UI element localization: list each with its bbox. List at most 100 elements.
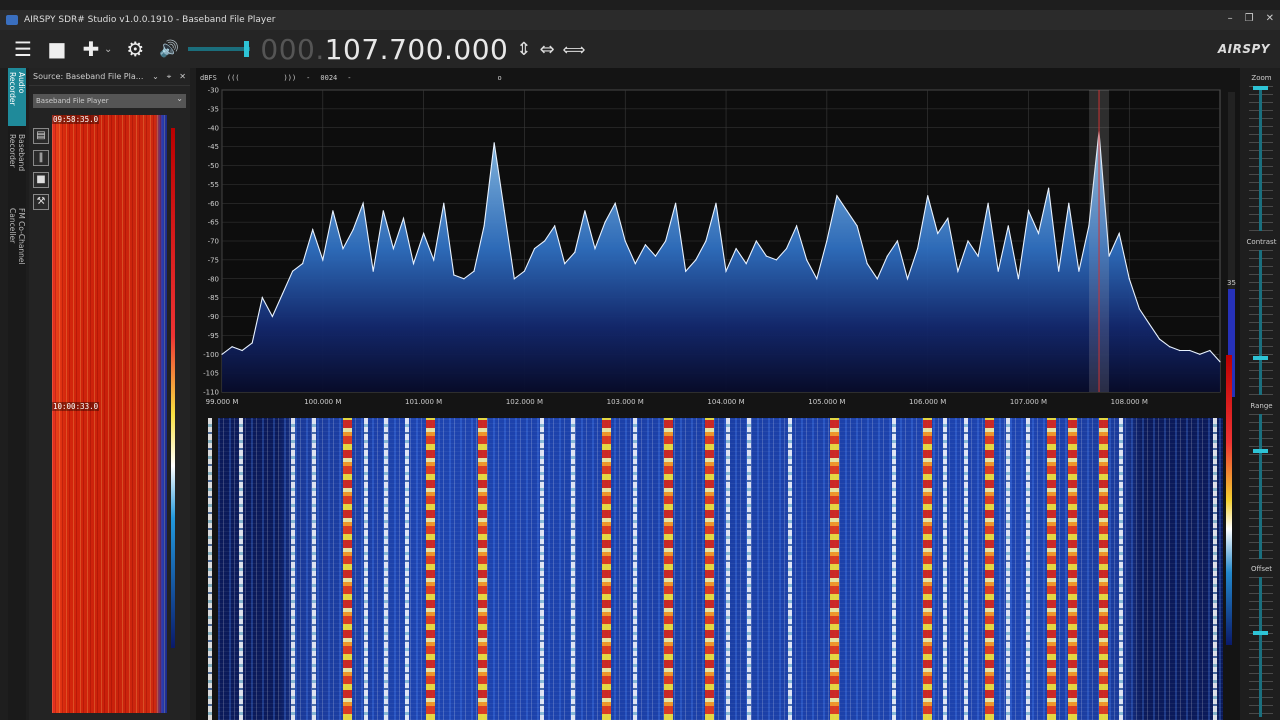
spectrum-point <box>423 232 425 235</box>
source-panel-controls: ⌄ ⌖ ✕ <box>152 72 186 82</box>
spectrum-point <box>392 247 394 250</box>
rds-dash-2: - <box>347 74 352 82</box>
spectrum-analyzer[interactable]: -30 -35 -40 -45 -50 -55 -60 -65 -70 -75 -80 -85 -90 -… <box>196 86 1240 416</box>
tab-audio-recorder[interactable]: Audio Recorder <box>8 68 26 126</box>
spectrum-point <box>675 202 677 204</box>
y-tick-label: -75 <box>208 256 219 264</box>
waterfall-signal-trace <box>540 418 544 720</box>
chevron-down-icon[interactable]: ⌄ <box>152 72 159 82</box>
range-slider[interactable] <box>1259 414 1262 559</box>
spectrum-point <box>836 195 838 197</box>
spectrum-point <box>453 274 455 276</box>
waterfall-signal-trace <box>312 418 316 720</box>
chevron-down-icon: ⌄ <box>176 94 183 103</box>
pause-icon[interactable]: ‖ <box>33 150 49 166</box>
waterfall-signal-trace <box>830 418 839 720</box>
source-panel-header: Source: Baseband File Pla... ⌄ ⌖ ✕ <box>29 68 190 86</box>
window-title: AIRSPY SDR# Studio v1.0.0.1910 - Baseban… <box>24 15 276 25</box>
spectrum-point <box>1007 225 1009 227</box>
x-tick-label: 101.000 M <box>405 398 442 406</box>
close-icon[interactable]: ✕ <box>179 72 186 82</box>
spectrum-point <box>796 225 798 227</box>
x-tick-label: 100.000 M <box>304 398 341 406</box>
tab-fm-co-channel-canceller[interactable]: FM Co-Channel Canceller <box>8 204 26 304</box>
spectrum-point <box>1017 278 1019 280</box>
spectrum-point <box>987 202 989 204</box>
waterfall-signal-trace <box>985 418 994 720</box>
spectrum-point <box>816 278 818 280</box>
signal-level-bar <box>1228 92 1235 397</box>
source-select[interactable]: Baseband File Player ⌄ <box>33 94 186 108</box>
spectrum-point <box>543 240 546 242</box>
open-file-icon[interactable]: ▤ <box>33 128 49 144</box>
volume-slider[interactable] <box>188 41 251 57</box>
player-controls: ▤ ‖ ■ ⚒ <box>33 128 51 216</box>
spectrum-point <box>221 353 223 355</box>
title-bar: AIRSPY SDR# Studio v1.0.0.1910 - Baseban… <box>0 10 1280 30</box>
tuning-direction-icon[interactable]: ⇔ <box>539 39 554 60</box>
file-position-waterfall[interactable]: 09:58:35.0 10:00:33.0 <box>52 115 167 713</box>
spectrum-point <box>806 259 808 261</box>
waterfall-signal-trace <box>747 418 751 720</box>
source-select-value: Baseband File Player <box>36 97 109 105</box>
spectrum-point <box>554 225 556 227</box>
zoom-slider[interactable] <box>1259 86 1262 231</box>
stop-icon[interactable]: ■ <box>33 172 49 188</box>
offset-slider-knob[interactable] <box>1253 631 1268 636</box>
offset-slider[interactable] <box>1259 577 1262 717</box>
spectrum-point <box>1048 187 1050 189</box>
settings-icon[interactable]: ⚙ <box>124 38 146 60</box>
app-icon <box>6 15 18 25</box>
spectrum-point <box>433 259 435 261</box>
volume-icon[interactable]: 🔊 <box>158 38 180 60</box>
waterfall-signal-trace <box>208 418 212 720</box>
maximize-button[interactable]: ❐ <box>1245 13 1254 24</box>
spectrum-point <box>1179 349 1181 352</box>
menu-icon[interactable]: ☰ <box>12 38 34 60</box>
y-tick-label: -100 <box>203 351 219 359</box>
span-icon[interactable]: ⟺ <box>563 40 586 59</box>
spectrum-point <box>644 244 646 246</box>
timestamp-start: 09:58:35.0 <box>52 115 100 124</box>
stop-icon[interactable]: ■ <box>46 38 68 60</box>
spectrum-point <box>584 210 586 212</box>
contrast-slider[interactable] <box>1259 250 1262 395</box>
offset-label: Offset <box>1250 565 1273 573</box>
frequency-value[interactable]: 107.700.000 <box>325 33 509 66</box>
waterfall-signal-trace <box>664 418 673 720</box>
y-tick-label: -95 <box>208 332 219 340</box>
volume-slider-knob[interactable] <box>244 41 250 57</box>
spectrum-point <box>876 278 878 280</box>
tab-baseband-recorder[interactable]: Baseband Recorder <box>8 130 26 200</box>
spectrum-point <box>271 315 274 318</box>
frequency-step-icon[interactable]: ⇕ <box>516 39 531 60</box>
waterfall-signal-trace <box>1047 418 1056 720</box>
add-icon[interactable]: ✚ <box>80 38 102 60</box>
pin-icon[interactable]: ⌖ <box>167 72 172 82</box>
close-button[interactable]: ✕ <box>1266 13 1274 24</box>
spectrum-point <box>574 251 576 253</box>
spectrum-point <box>604 221 606 223</box>
waterfall-signal-trace <box>291 418 295 720</box>
y-tick-label: -60 <box>208 200 219 208</box>
airspy-logo: AIRSPY <box>1217 42 1270 56</box>
spectrum-point <box>291 270 294 272</box>
spectrum-point <box>251 342 253 344</box>
waterfall-signal-trace <box>1006 418 1010 720</box>
range-slider-knob[interactable] <box>1253 449 1268 454</box>
spectrum-point <box>906 278 909 280</box>
zoom-slider-knob[interactable] <box>1253 86 1268 90</box>
waterfall-display[interactable] <box>208 418 1223 720</box>
spectrum-point <box>745 263 747 265</box>
spectrum-point <box>634 263 636 265</box>
spectrum-point <box>614 202 616 204</box>
contrast-slider-knob[interactable] <box>1253 355 1268 360</box>
spectrum-point <box>231 346 233 348</box>
spectrum-point <box>1148 323 1151 325</box>
spectrum-point <box>866 263 868 265</box>
minimize-button[interactable]: – <box>1228 13 1233 24</box>
spectrum-point <box>1037 232 1040 235</box>
add-dropdown-icon[interactable]: ⌄ <box>104 44 112 55</box>
tools-icon[interactable]: ⚒ <box>33 194 49 210</box>
frequency-display[interactable]: 000.107.700.000 <box>260 33 508 66</box>
